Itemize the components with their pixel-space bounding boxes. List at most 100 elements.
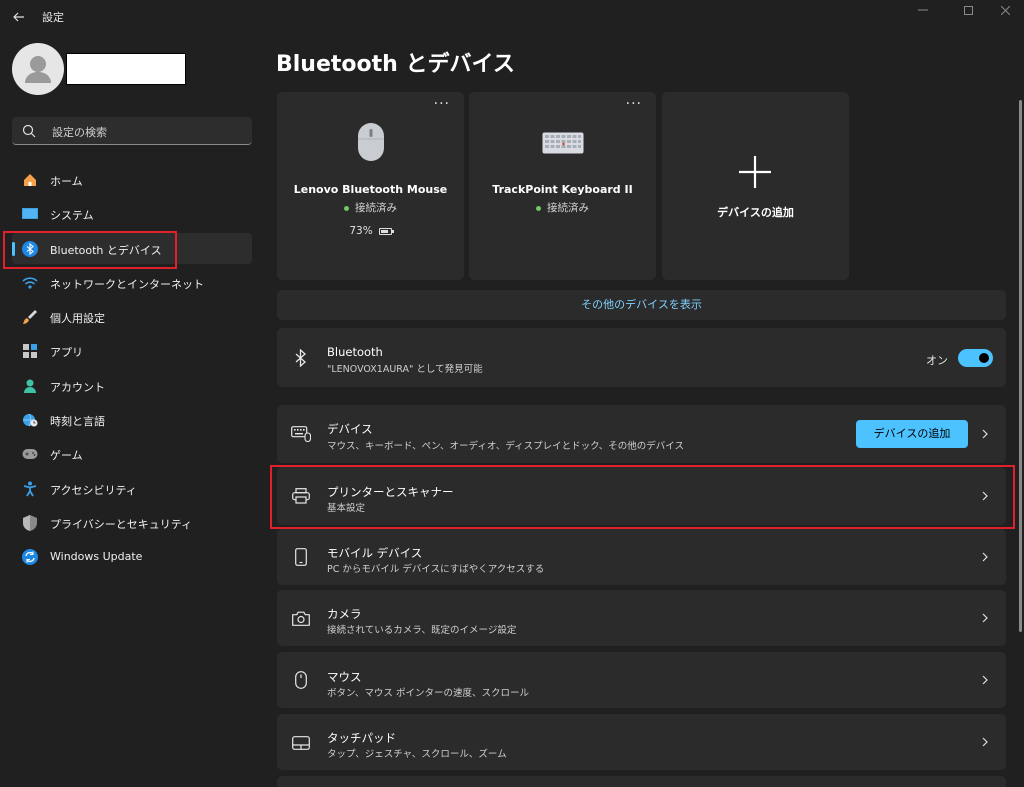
device-name: Lenovo Bluetooth Mouse <box>293 183 448 196</box>
bluetooth-icon <box>291 348 311 368</box>
wifi-icon <box>21 274 39 292</box>
more-options-button[interactable]: ··· <box>434 96 450 112</box>
sidebar-item-home[interactable]: ホーム <box>12 164 252 195</box>
highlight-box-printers <box>270 465 1015 529</box>
app-title: 設定 <box>42 11 64 24</box>
device-status: 接続済み <box>277 200 464 215</box>
row-subtitle: 接続されているカメラ、既定のイメージ設定 <box>327 625 517 636</box>
search-input[interactable]: 設定の検索 <box>52 124 107 140</box>
show-more-devices-button[interactable]: その他のデバイスを表示 <box>277 290 1006 320</box>
mouse-device-icon <box>358 123 384 161</box>
status-dot <box>536 205 541 211</box>
row-subtitle: マウス、キーボード、ペン、オーディオ、ディスプレイとドック、その他のデバイス <box>327 441 685 452</box>
search-box[interactable]: 設定の検索 <box>12 117 252 145</box>
minimize-button[interactable] <box>904 0 942 20</box>
minimize-icon <box>918 9 928 11</box>
accessibility-icon <box>21 480 39 498</box>
sidebar-nav: ホーム システム Bluetooth とデバイス ネットワークとインターネット … <box>12 164 252 576</box>
sidebar-item-label: 時刻と言語 <box>50 415 105 429</box>
sidebar-item-personalization[interactable]: 個人用設定 <box>12 301 252 332</box>
row-subtitle: ボタン、マウス ポインターの速度、スクロール <box>327 688 529 699</box>
bluetooth-toggle-row: Bluetooth "LENOVOX1AURA" として発見可能 オン <box>277 328 1006 387</box>
row-title: モバイル デバイス <box>327 546 423 560</box>
row-title: カメラ <box>327 607 362 621</box>
plus-icon <box>739 156 771 188</box>
sidebar-item-label: ネットワークとインターネット <box>50 277 204 291</box>
settings-row-mouse[interactable]: マウス ボタン、マウス ポインターの速度、スクロール <box>277 652 1006 708</box>
sidebar-item-label: アプリ <box>50 346 83 360</box>
row-title: Bluetooth <box>327 345 383 359</box>
device-card-mouse[interactable]: ··· Lenovo Bluetooth Mouse 接続済み 73% <box>277 92 464 280</box>
sidebar-item-privacy[interactable]: プライバシーとセキュリティ <box>12 507 252 538</box>
maximize-icon <box>963 5 973 15</box>
chevron-right-icon <box>980 429 990 439</box>
more-options-button[interactable]: ··· <box>626 96 642 112</box>
update-icon <box>21 548 39 566</box>
row-subtitle: タップ、ジェスチャ、スクロール、ズーム <box>327 749 507 760</box>
row-title: タッチパッド <box>327 731 396 745</box>
system-icon <box>21 205 39 223</box>
device-status-text: 接続済み <box>547 202 589 214</box>
battery-level: 73% <box>277 225 464 237</box>
row-title: デバイス <box>327 422 373 436</box>
settings-row-partial[interactable] <box>277 776 1006 787</box>
sidebar-item-label: Windows Update <box>50 550 143 564</box>
sidebar-item-accounts[interactable]: アカウント <box>12 370 252 401</box>
back-button[interactable] <box>8 6 30 28</box>
mouse-icon <box>291 670 311 690</box>
touchpad-icon <box>291 733 311 753</box>
bluetooth-toggle[interactable] <box>958 349 993 367</box>
keyboard-device-icon <box>542 132 584 154</box>
sidebar-item-apps[interactable]: アプリ <box>12 335 252 366</box>
sidebar-item-gaming[interactable]: ゲーム <box>12 438 252 469</box>
person-icon <box>25 56 51 83</box>
battery-percent: 73% <box>349 225 373 237</box>
keyboard-devices-icon <box>291 424 311 444</box>
scrollbar[interactable] <box>1019 100 1022 632</box>
chevron-right-icon <box>980 737 990 747</box>
sidebar-item-network[interactable]: ネットワークとインターネット <box>12 267 252 298</box>
sidebar-item-label: 個人用設定 <box>50 312 105 326</box>
device-name: TrackPoint Keyboard II <box>492 183 633 196</box>
shield-icon <box>21 514 39 532</box>
sidebar-item-label: アカウント <box>50 380 105 394</box>
search-icon <box>22 124 36 138</box>
settings-row-devices[interactable]: デバイス マウス、キーボード、ペン、オーディオ、ディスプレイとドック、その他のデ… <box>277 405 1006 463</box>
row-subtitle: PC からモバイル デバイスにすばやくアクセスする <box>327 564 545 575</box>
settings-row-camera[interactable]: カメラ 接続されているカメラ、既定のイメージ設定 <box>277 590 1006 646</box>
add-device-button[interactable]: デバイスの追加 <box>856 420 968 448</box>
settings-row-mobile-devices[interactable]: モバイル デバイス PC からモバイル デバイスにすばやくアクセスする <box>277 529 1006 585</box>
person-icon <box>21 377 39 395</box>
sidebar-item-time-language[interactable]: 時刻と言語 <box>12 404 252 435</box>
sidebar-item-label: ホーム <box>50 175 83 188</box>
chevron-right-icon <box>980 613 990 623</box>
row-subtitle: "LENOVOX1AURA" として発見可能 <box>327 364 483 375</box>
add-device-card[interactable]: デバイスの追加 <box>662 92 849 280</box>
arrow-left-icon <box>13 12 24 22</box>
sidebar-item-windows-update[interactable]: Windows Update <box>12 541 252 572</box>
sidebar-item-accessibility[interactable]: アクセシビリティ <box>12 473 252 504</box>
sidebar-item-label: アクセシビリティ <box>50 483 137 497</box>
brush-icon <box>21 308 39 326</box>
sidebar-item-label: システム <box>50 209 94 223</box>
home-icon <box>21 171 39 189</box>
chevron-right-icon <box>980 675 990 685</box>
apps-icon <box>21 342 39 360</box>
add-device-label: デバイスの追加 <box>717 206 794 219</box>
row-title: マウス <box>327 670 362 684</box>
close-icon <box>1000 5 1010 15</box>
settings-row-touchpad[interactable]: タッチパッド タップ、ジェスチャ、スクロール、ズーム <box>277 714 1006 770</box>
highlight-box-bluetooth <box>3 231 177 269</box>
camera-icon <box>291 608 311 628</box>
chevron-right-icon <box>980 552 990 562</box>
device-card-keyboard[interactable]: ··· TrackPoint Keyboard II 接続済み <box>469 92 656 280</box>
redacted-username <box>66 53 186 85</box>
gamepad-icon <box>21 445 39 463</box>
maximize-button[interactable] <box>949 0 987 20</box>
sidebar-item-system[interactable]: システム <box>12 198 252 229</box>
toggle-state-label: オン <box>926 354 948 367</box>
page-title: Bluetooth とデバイス <box>276 52 515 77</box>
toggle-knob <box>979 353 989 363</box>
close-button[interactable] <box>986 0 1024 20</box>
status-dot <box>344 205 349 211</box>
